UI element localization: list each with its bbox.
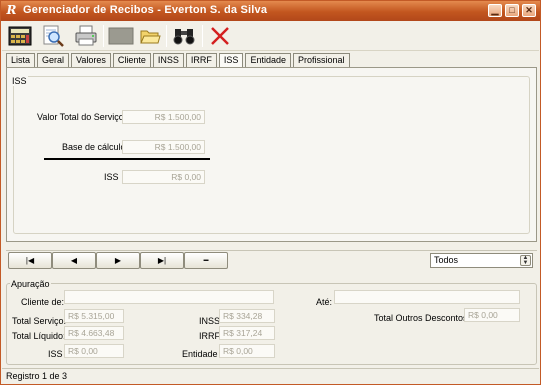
updown-arrow-icon[interactable]: ▲ ▼ xyxy=(520,255,531,266)
valor-total-label: Valor Total do Serviço xyxy=(37,112,124,122)
tab-geral[interactable]: Geral xyxy=(37,53,70,67)
outros-descontos-label: Total Outros Descontos: xyxy=(374,313,471,323)
outros-descontos-field: R$ 0,00 xyxy=(464,308,520,322)
search-document-icon xyxy=(43,25,64,47)
apuracao-iss-field: R$ 0,00 xyxy=(64,344,124,358)
apuracao-iss-label: ISS xyxy=(48,349,63,359)
maximize-button[interactable]: □ xyxy=(505,4,519,17)
iss-label: ISS xyxy=(104,172,119,182)
close-button[interactable]: ✕ xyxy=(522,4,536,17)
open-button[interactable] xyxy=(136,24,164,48)
tab-irrf[interactable]: IRRF xyxy=(185,53,217,67)
sum-divider xyxy=(44,158,210,160)
cliente-de-input[interactable] xyxy=(64,290,274,304)
record-filter-select[interactable]: Todos ▲ ▼ xyxy=(430,253,533,268)
new-document-button[interactable] xyxy=(107,24,135,48)
record-counter: Registro 1 de 3 xyxy=(6,371,68,381)
total-servico-label: Total Serviço: xyxy=(12,316,67,326)
blank-document-icon xyxy=(108,27,134,45)
delete-record-button[interactable]: ━ xyxy=(184,252,228,269)
iss-field: R$ 0,00 xyxy=(122,170,205,184)
valor-total-field: R$ 1.500,00 xyxy=(122,110,205,124)
filter-selected-value: Todos xyxy=(434,255,459,265)
search-button[interactable] xyxy=(39,24,67,48)
iss-group-title: ISS xyxy=(11,76,28,86)
total-liquido-field: R$ 4.663,48 xyxy=(64,326,124,340)
inss-label: INSS xyxy=(199,316,221,326)
window-title: Gerenciador de Recibos - Everton S. da S… xyxy=(23,4,268,16)
app-icon: R xyxy=(6,3,17,17)
open-folder-icon xyxy=(140,30,161,44)
irrf-field: R$ 317,24 xyxy=(219,326,275,340)
tab-entidade[interactable]: Entidade xyxy=(245,53,291,67)
main-window: R Gerenciador de Recibos - Everton S. da… xyxy=(0,0,541,385)
previous-record-button[interactable]: ◀ xyxy=(52,252,96,269)
tab-profissional[interactable]: Profissional xyxy=(292,53,350,67)
calculator-button[interactable] xyxy=(6,24,34,48)
status-bar: Registro 1 de 3 xyxy=(2,368,539,384)
first-record-button[interactable]: |◀ xyxy=(8,252,52,269)
print-button[interactable] xyxy=(72,24,100,48)
base-calculo-label: Base de cálculo xyxy=(62,142,126,152)
binoculars-icon xyxy=(173,29,195,45)
total-servico-field: R$ 5.315,00 xyxy=(64,309,124,323)
tab-inss[interactable]: INSS xyxy=(152,53,184,67)
tab-cliente[interactable]: Cliente xyxy=(112,53,151,67)
inss-field: R$ 334,28 xyxy=(219,309,275,323)
total-liquido-label: Total Líquido: xyxy=(12,331,66,341)
entidade-field: R$ 0,00 xyxy=(219,344,275,358)
cliente-de-label: Cliente de: xyxy=(21,297,65,307)
toolbar xyxy=(2,21,539,51)
tab-valores[interactable]: Valores xyxy=(71,53,111,67)
delete-button[interactable] xyxy=(206,24,234,48)
tab-iss[interactable]: ISS xyxy=(218,53,244,67)
tab-lista[interactable]: Lista xyxy=(6,53,36,67)
ate-input[interactable] xyxy=(334,290,520,304)
iss-groupbox xyxy=(13,76,530,234)
printer-icon xyxy=(75,25,97,46)
tab-strip: Lista Geral Valores Cliente INSS IRRF IS… xyxy=(6,53,352,67)
delete-icon xyxy=(211,27,229,45)
last-record-button[interactable]: ▶| xyxy=(140,252,184,269)
entidade-label: Entidade xyxy=(182,349,218,359)
ate-label: Até: xyxy=(316,297,333,307)
calculator-icon xyxy=(8,26,32,46)
title-bar[interactable]: R Gerenciador de Recibos - Everton S. da… xyxy=(1,1,540,21)
iss-tab-panel xyxy=(6,67,537,242)
base-calculo-field: R$ 1.500,00 xyxy=(122,140,205,154)
find-button[interactable] xyxy=(170,24,198,48)
minimize-button[interactable]: ▁ xyxy=(488,4,502,17)
next-record-button[interactable]: ▶ xyxy=(96,252,140,269)
apuracao-group-title: Apuração xyxy=(10,279,51,289)
irrf-label: IRRF xyxy=(199,331,220,341)
